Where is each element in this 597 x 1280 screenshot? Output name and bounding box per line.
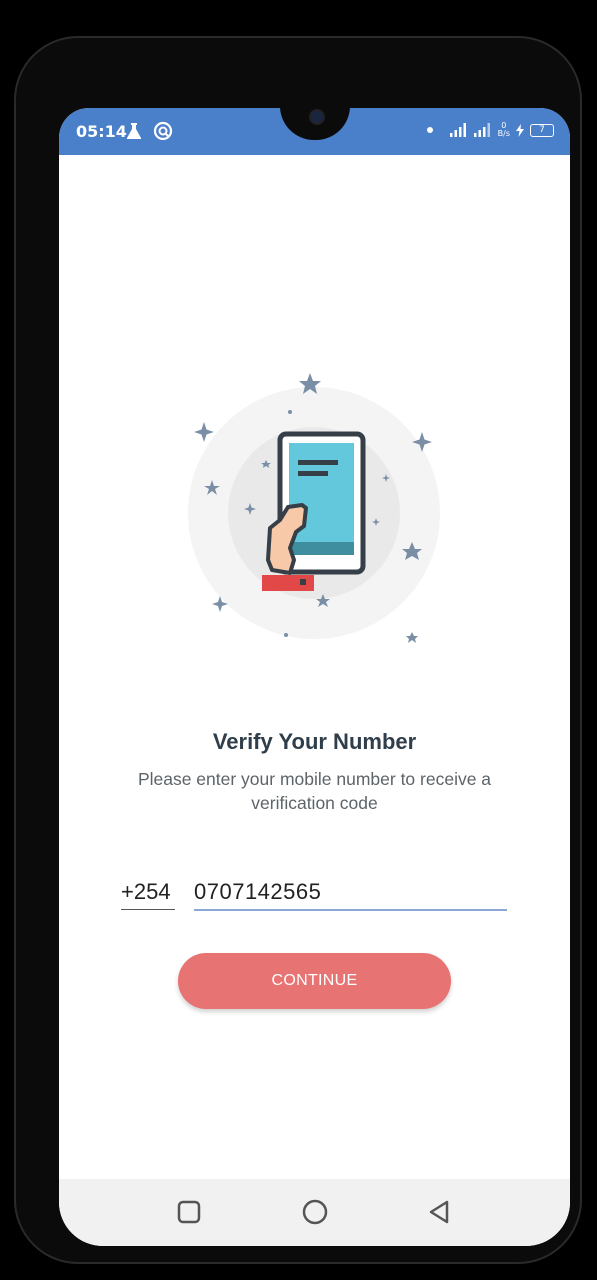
- phone-frame: 05:14 0 B/s 7 Verify Your Number Please …: [14, 36, 582, 1264]
- vpn-icon: [153, 121, 173, 141]
- net-speed-unit: B/s: [497, 129, 510, 138]
- verify-screen: Verify Your Number Please enter your mob…: [59, 155, 570, 1179]
- system-navigation-bar: [59, 1179, 570, 1246]
- page-title: Verify Your Number: [212, 729, 417, 754]
- page-subtitle: Please enter your mobile number to recei…: [137, 769, 492, 813]
- status-bar: 05:14 0 B/s 7: [59, 108, 570, 155]
- camera-notch: [280, 108, 350, 140]
- continue-button[interactable]: CONTINUE: [178, 953, 451, 1009]
- flask-icon: [126, 123, 142, 139]
- status-right-group: 0 B/s 7: [426, 122, 554, 138]
- status-time: 05:14: [76, 122, 127, 141]
- phone-in-hand-illustration: [188, 373, 440, 643]
- signal-icon: [473, 123, 490, 137]
- camera-icon: [309, 109, 325, 125]
- triangle-back-icon[interactable]: [427, 1199, 453, 1225]
- screen: 05:14 0 B/s 7 Verify Your Number Please …: [59, 108, 570, 1246]
- signal-icon: [449, 123, 466, 137]
- square-recents-icon[interactable]: [176, 1199, 202, 1225]
- circle-home-icon[interactable]: [301, 1199, 329, 1227]
- battery-icon: 7: [530, 123, 554, 137]
- country-code-selector[interactable]: +254: [121, 879, 175, 910]
- dot-icon: [426, 127, 433, 133]
- phone-number-input[interactable]: 0707142565: [194, 879, 507, 911]
- charging-icon: [516, 123, 524, 137]
- net-speed: 0 B/s: [498, 122, 510, 138]
